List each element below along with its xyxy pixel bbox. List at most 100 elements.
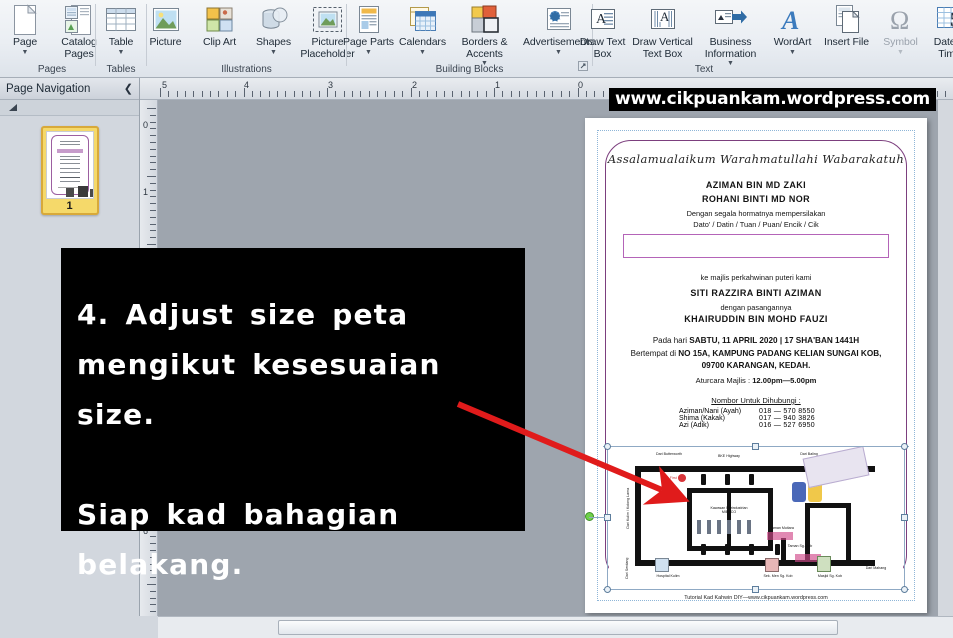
page-thumbnail-number: 1: [66, 200, 73, 212]
calendars-button-label: Calendars: [399, 36, 446, 48]
borders-accents-button-label: Borders & Accents: [461, 36, 508, 60]
draw-vertical-text-box-icon: A: [648, 3, 678, 37]
symbol-button[interactable]: Ω Symbol ▼: [874, 2, 928, 56]
borders-accents-button[interactable]: Borders & Accents ▼: [450, 2, 520, 67]
card-date-value: SABTU, 11 APRIL 2020 | 17 SHA'BAN 1441H: [689, 336, 860, 345]
card-host-2: ROHANI BINTI MD NOR: [701, 194, 811, 204]
draw-text-box-icon: A: [588, 3, 618, 37]
page-thumbnail-preview: [45, 131, 94, 199]
svg-text:A: A: [780, 6, 799, 35]
wordart-caret-icon[interactable]: ▼: [789, 49, 796, 56]
page-parts-caret-icon[interactable]: ▼: [365, 49, 372, 56]
wordart-icon: A: [778, 3, 808, 37]
clip-art-button-label: Clip Art: [202, 36, 237, 48]
draw-text-box-button-label: Draw Text Box: [579, 36, 626, 60]
page-icon: [12, 3, 38, 37]
card-time-row: Aturcara Majlis : 12.00pm—5.00pm: [585, 376, 927, 385]
ribbon-group-building-blocks-title: Building Blocks: [435, 64, 504, 75]
symbol-button-label: Symbol: [883, 36, 918, 48]
wordart-button[interactable]: A WordArt ▼: [766, 2, 820, 56]
business-information-button[interactable]: Business Information ▼: [696, 2, 766, 67]
page-parts-button[interactable]: Page Parts ▼: [342, 2, 396, 56]
draw-text-box-button[interactable]: A Draw Text Box: [576, 2, 630, 60]
hruler-tick-0: 0: [578, 80, 584, 90]
selection-handle-s[interactable]: [752, 586, 759, 593]
shapes-button[interactable]: Shapes ▼: [247, 2, 301, 56]
symbol-icon: Ω: [886, 3, 916, 37]
card-salam: Assalamualaikum Warahmatullahi Wabarakat…: [607, 152, 905, 166]
hruler-tick-2: 2: [412, 80, 418, 90]
table-icon: [104, 3, 138, 37]
insert-file-button[interactable]: Insert File: [820, 2, 874, 49]
selection-handle-sw[interactable]: [604, 586, 611, 593]
chevron-left-icon[interactable]: ❮: [124, 82, 133, 95]
page-navigation-subbar: [0, 100, 139, 116]
publication-page[interactable]: Assalamualaikum Warahmatullahi Wabarakat…: [585, 118, 927, 613]
page-parts-icon: [355, 3, 383, 37]
card-time-value: 12.00pm—5.00pm: [752, 376, 817, 385]
selection-handle-w[interactable]: [604, 514, 611, 521]
draw-vertical-text-box-button-label: Draw Vertical Text Box: [632, 36, 693, 60]
contact-phone: 017 — 940 3826: [759, 415, 815, 422]
business-information-button-label: Business Information: [704, 36, 757, 60]
ribbon-group-illustrations-title: Illustrations: [221, 64, 272, 75]
contact-phone: 018 — 570 8550: [759, 408, 815, 415]
shapes-button-label: Shapes: [255, 36, 291, 48]
status-area: [0, 616, 158, 638]
selection-handle-n[interactable]: [752, 443, 759, 450]
card-bride: SITI RAZZIRA BINTI AZIMAN: [690, 288, 822, 298]
date-time-icon: 5: [935, 3, 953, 37]
picture-button[interactable]: Picture: [139, 2, 193, 49]
insert-file-button-label: Insert File: [824, 36, 869, 48]
vruler-tick-0: 0: [143, 120, 149, 130]
hruler-tick-5: 5: [162, 80, 168, 90]
page-thumbnail-list: 1: [0, 116, 139, 215]
page-caret-icon[interactable]: ▼: [22, 49, 29, 56]
vruler-tick-1: 1: [143, 187, 149, 197]
hruler-tick-4: 4: [244, 80, 250, 90]
page-thumbnail-1[interactable]: 1: [40, 126, 99, 215]
page-navigation-title: Page Navigation: [6, 82, 91, 95]
card-time-label: Aturcara Majlis :: [695, 376, 751, 385]
horizontal-scrollbar-thumb[interactable]: [278, 620, 838, 635]
ribbon-group-pages: Page ▼ Catalog Pages Pages: [0, 0, 104, 78]
picture-placeholder-icon: [312, 3, 344, 37]
clip-art-button[interactable]: Clip Art: [193, 2, 247, 49]
picture-button-label: Picture: [149, 36, 182, 48]
table-button-label: Table: [108, 36, 134, 48]
calendars-caret-icon[interactable]: ▼: [419, 49, 426, 56]
date-time-button[interactable]: 5 Date & Time: [928, 2, 953, 60]
ribbon-insert-tab: Page ▼ Catalog Pages Pages Table ▼ Table…: [0, 0, 953, 78]
draw-vertical-text-box-button[interactable]: A Draw Vertical Text Box: [630, 2, 696, 60]
page-button[interactable]: Page ▼: [0, 2, 52, 56]
card-date-row: Pada hari SABTU, 11 APRIL 2020 | 17 SHA'…: [585, 336, 927, 345]
advertisements-caret-icon[interactable]: ▼: [555, 49, 562, 56]
calendars-button[interactable]: Calendars ▼: [396, 2, 450, 56]
contact-name: Azi (Adik): [679, 422, 709, 429]
card-venue-label: Bertempat di: [630, 349, 676, 358]
hruler-tick-1: 1: [495, 80, 501, 90]
card-footer: Tutorial Kad Kahwin DIY—www.cikpuankam.w…: [684, 595, 828, 601]
table-caret-icon[interactable]: ▼: [118, 49, 125, 56]
date-time-button-label: Date & Time: [933, 36, 953, 60]
page-sort-icon[interactable]: [8, 103, 20, 113]
card-invite-line-1: Dengan segala hormatnya mempersilakan: [686, 209, 826, 218]
guest-name-field[interactable]: [623, 234, 889, 258]
card-with-label: dengan pasangannya: [720, 303, 792, 312]
wordart-button-label: WordArt: [773, 36, 812, 48]
page-thumbnail-card-border: [50, 135, 93, 197]
symbol-caret-icon[interactable]: ▼: [897, 49, 904, 56]
borders-accents-icon: [470, 3, 500, 37]
business-information-icon: [714, 3, 748, 37]
picture-icon: [151, 3, 181, 37]
selection-handle-se[interactable]: [901, 586, 908, 593]
advertisements-icon: [544, 3, 574, 37]
calendars-icon: [408, 3, 438, 37]
shapes-caret-icon[interactable]: ▼: [270, 49, 277, 56]
horizontal-scrollbar[interactable]: [158, 616, 953, 638]
card-venue-line-2: 09700 KARANGAN, KEDAH.: [701, 361, 811, 370]
selection-handle-e[interactable]: [901, 514, 908, 521]
selection-handle-ne[interactable]: [901, 443, 908, 450]
insert-file-icon: [832, 3, 862, 37]
ribbon-group-tables-title: Tables: [106, 64, 136, 75]
